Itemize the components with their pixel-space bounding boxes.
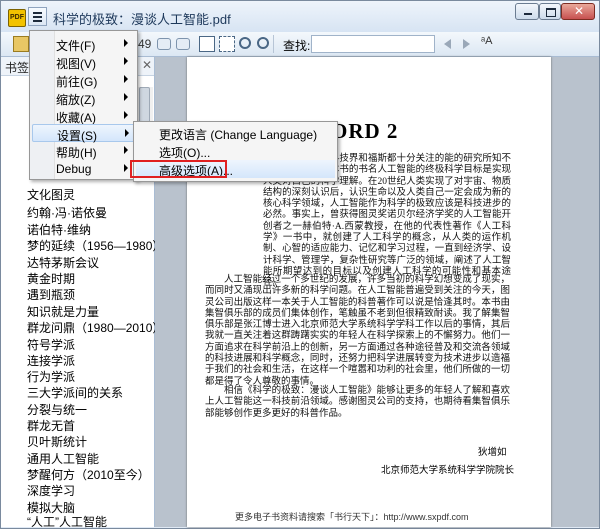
menu-item-view[interactable]: 视图(V) xyxy=(32,53,135,71)
menu-item-settings[interactable]: 设置(S) xyxy=(32,124,135,143)
back-icon[interactable] xyxy=(157,38,171,50)
fit-page-icon[interactable] xyxy=(199,36,215,52)
paragraph: 人工智能经过一个多世纪的发展，许多当初的科学幻想变成了现实，而同时又涌现出许多新… xyxy=(205,275,510,387)
maximize-button[interactable] xyxy=(539,3,561,20)
bookmark-item[interactable]: 三大学派间的关系 xyxy=(27,384,123,401)
bookmark-item[interactable]: 通用人工智能 xyxy=(27,450,99,467)
bookmark-item[interactable]: 达特茅斯会议 xyxy=(27,254,99,271)
bookmark-item[interactable]: 约翰·冯·诺依曼 xyxy=(27,204,107,221)
bookmark-item[interactable]: 诺伯特·维纳 xyxy=(27,221,91,238)
submenu-arrow-icon xyxy=(124,75,128,83)
bookmark-item[interactable]: 行为学派 xyxy=(27,368,75,385)
submenu-arrow-icon xyxy=(124,93,128,101)
submenu-item-label: 选项(O)... xyxy=(159,146,211,160)
menu-item-label: 文件(F) xyxy=(56,39,96,53)
paragraph: 相信《科学的极致：漫谈人工智能》能够让更多的年轻人了解和喜欢上人工智能这一科技前… xyxy=(205,386,510,419)
menu-item-zoom[interactable]: 缩放(Z) xyxy=(32,89,135,107)
bookmark-item[interactable]: 知识就是力量 xyxy=(27,303,99,320)
submenu-item-options[interactable]: 选项(O)... xyxy=(136,142,335,160)
open-file-icon[interactable] xyxy=(13,36,29,52)
menu-item-favorites[interactable]: 收藏(A) xyxy=(32,107,135,125)
submenu-arrow-icon xyxy=(124,164,128,172)
menu-item-file[interactable]: 文件(F) xyxy=(32,35,135,53)
highlight-annotation-box xyxy=(130,160,227,178)
submenu-arrow-icon xyxy=(124,39,128,47)
sidebar-close-icon[interactable]: ✕ xyxy=(142,58,152,72)
minimize-button[interactable] xyxy=(515,3,539,20)
menu-item-label: 缩放(Z) xyxy=(56,93,96,107)
menu-item-label: 帮助(H) xyxy=(56,146,97,160)
find-input[interactable] xyxy=(311,35,435,53)
title-bar: PDF 科学的极致：漫谈人工智能.pdf ✕ xyxy=(1,1,599,32)
close-button[interactable]: ✕ xyxy=(561,3,595,20)
menu-item-help[interactable]: 帮助(H) xyxy=(32,142,135,160)
bookmark-item[interactable]: 群龙无首 xyxy=(27,417,75,434)
pdf-app-icon: PDF xyxy=(8,9,26,27)
find-label: 查找: xyxy=(283,39,311,53)
menu-item-debug[interactable]: Debug xyxy=(32,160,135,178)
window-title: 科学的极致：漫谈人工智能.pdf xyxy=(53,12,231,27)
menu-item-label: 视图(V) xyxy=(56,57,96,71)
bookmark-item[interactable]: 梦的延续（1956—1980） xyxy=(27,237,164,254)
forward-icon[interactable] xyxy=(176,38,190,50)
toolbar-divider xyxy=(273,35,274,53)
prev-match-icon[interactable] xyxy=(444,39,451,49)
app-window: PDF 科学的极致：漫谈人工智能.pdf ✕ ᵃA 49 查找: 书签 ✕ 文化… xyxy=(0,0,600,529)
bookmark-item[interactable]: 遇到瓶颈 xyxy=(27,286,75,303)
submenu-item-change-language[interactable]: 更改语言 (Change Language) xyxy=(136,124,335,142)
zoom-in-icon[interactable] xyxy=(257,37,269,49)
menu-item-goto[interactable]: 前往(G) xyxy=(32,71,135,89)
bookmark-item[interactable]: 梦醒何方（2010至今） xyxy=(27,466,150,483)
bookmark-item[interactable]: “人工”人工智能 xyxy=(27,513,107,530)
bookmark-item[interactable]: 分裂与统一 xyxy=(27,401,87,418)
next-match-icon[interactable] xyxy=(463,39,470,49)
sidebar-title: 书签 xyxy=(5,61,30,75)
bookmark-item[interactable]: 符号学派 xyxy=(27,336,75,353)
main-menu-button[interactable] xyxy=(28,7,47,26)
submenu-arrow-icon xyxy=(124,146,128,154)
page-footer: 更多电子书资料请搜索「书行天下」：http://www.sxpdf.com xyxy=(235,512,469,522)
signature-name: 狄增如 xyxy=(478,448,507,458)
main-menu: 文件(F) 视图(V) 前往(G) 缩放(Z) 收藏(A) 设置(S) 帮助(H… xyxy=(29,30,138,180)
menu-item-label: 前往(G) xyxy=(56,75,98,89)
match-case-icon[interactable]: ᵃA xyxy=(481,35,497,51)
submenu-arrow-icon xyxy=(125,129,129,137)
submenu-item-label: 更改语言 (Change Language) xyxy=(159,128,318,142)
zoom-out-icon[interactable] xyxy=(239,37,251,49)
submenu-arrow-icon xyxy=(124,111,128,119)
signature-title: 北京师范大学系统科学学院院长 xyxy=(381,466,515,476)
fit-width-icon[interactable] xyxy=(219,36,235,52)
bookmark-item[interactable]: 深度学习 xyxy=(27,482,75,499)
bookmark-item[interactable]: 文化图灵 xyxy=(27,186,75,203)
bookmark-item[interactable]: 连接学派 xyxy=(27,352,75,369)
bookmark-item[interactable]: 贝叶斯统计 xyxy=(27,433,87,450)
page-number: 49 xyxy=(138,37,152,51)
submenu-arrow-icon xyxy=(124,57,128,65)
hamburger-icon xyxy=(33,12,42,14)
bookmark-item[interactable]: 群龙问鼎（1980—2010） xyxy=(27,319,164,336)
menu-item-label: Debug xyxy=(56,162,92,176)
bookmark-item[interactable]: 黄金时期 xyxy=(27,270,75,287)
